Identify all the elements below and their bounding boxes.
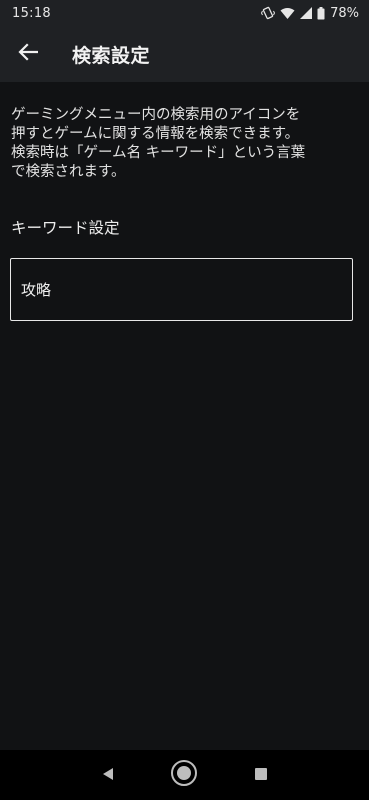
arrow-left-icon (18, 43, 39, 65)
status-icons: 78% (261, 6, 359, 21)
status-time: 15:18 (12, 5, 51, 21)
nav-recents-button[interactable] (241, 755, 281, 795)
battery-icon (317, 6, 325, 20)
wifi-icon (280, 7, 295, 20)
back-triangle-icon (101, 766, 115, 785)
back-button[interactable] (0, 26, 56, 82)
page-title: 検索設定 (72, 44, 151, 67)
recents-square-icon (254, 766, 268, 785)
app-bar: 検索設定 (0, 26, 369, 82)
navigation-bar (0, 750, 369, 800)
nav-home-button[interactable] (164, 755, 204, 795)
battery-percentage: 78% (330, 5, 359, 21)
keyword-section-label: キーワード設定 (11, 219, 120, 237)
signal-icon (300, 7, 313, 19)
status-bar: 15:18 78% (0, 0, 369, 26)
settings-content: ゲーミングメニュー内の検索用のアイコンを 押すとゲームに関する情報を検索できます… (0, 82, 369, 321)
home-circle-icon (170, 759, 198, 791)
keyword-value: 攻略 (21, 281, 52, 299)
keyword-input[interactable]: 攻略 (10, 258, 353, 321)
description-text: ゲーミングメニュー内の検索用のアイコンを 押すとゲームに関する情報を検索できます… (11, 107, 306, 180)
screen: 15:18 78% 検索設定 ゲーミングメニュー内の検索用のアイコンを 押すとゲ… (0, 0, 369, 800)
nav-back-button[interactable] (88, 755, 128, 795)
vibrate-icon (261, 6, 276, 20)
